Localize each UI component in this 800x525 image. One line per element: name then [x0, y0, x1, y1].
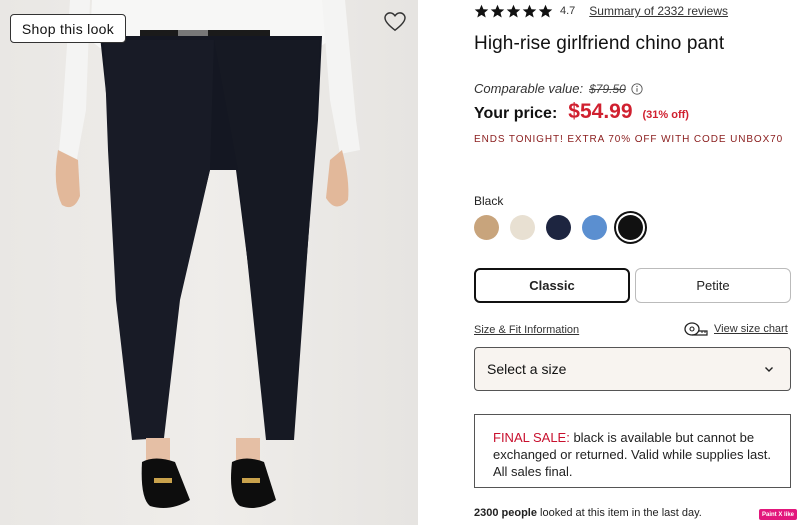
star-rating [474, 4, 553, 19]
size-fit-info-link[interactable]: Size & Fit Information [474, 324, 579, 336]
size-chart-link[interactable]: View size chart [684, 321, 788, 337]
star-icon [490, 4, 505, 17]
discount-percent: (31% off) [642, 109, 689, 121]
viewer-count: 2300 people [474, 507, 537, 519]
swatch-tan[interactable] [474, 215, 499, 240]
star-icon [506, 4, 521, 17]
rating-row: 4.7 Summary of 2332 reviews [474, 3, 728, 19]
review-summary-link[interactable]: Summary of 2332 reviews [589, 4, 728, 18]
size-select-dropdown[interactable]: Select a size [474, 347, 791, 391]
comparable-price: $79.50 [589, 81, 626, 96]
extension-badge[interactable]: Paint X like [759, 509, 798, 520]
rating-value: 4.7 [560, 5, 576, 17]
your-price-label: Your price: [474, 105, 558, 122]
size-chart-label: View size chart [714, 323, 788, 335]
star-icon [538, 4, 553, 17]
fit-classic-label: Classic [529, 278, 575, 293]
info-icon[interactable] [631, 82, 643, 95]
swatch-black[interactable] [618, 215, 643, 240]
star-icon [522, 4, 537, 17]
product-image[interactable]: Shop this look [0, 0, 418, 525]
price-row: Your price: $54.99 (31% off) [474, 100, 689, 124]
viewer-text: looked at this item in the last day. [536, 507, 702, 519]
sale-price: $54.99 [568, 100, 633, 123]
shop-this-look-label: Shop this look [21, 20, 115, 37]
selected-color-label: Black [474, 194, 504, 208]
comparable-value: Comparable value: $79.50 [474, 81, 643, 96]
swatch-light-blue[interactable] [582, 215, 607, 240]
model-photo-illustration [55, 0, 360, 508]
color-swatches [474, 215, 643, 240]
product-title: High-rise girlfriend chino pant [474, 33, 725, 54]
swatch-ivory[interactable] [510, 215, 535, 240]
tape-measure-icon [684, 322, 708, 336]
fit-classic-button[interactable]: Classic [474, 268, 630, 303]
product-details-panel: 4.7 Summary of 2332 reviews High-rise gi… [418, 0, 800, 525]
swatch-navy[interactable] [546, 215, 571, 240]
comparable-label: Comparable value: [474, 81, 584, 96]
star-icon [474, 4, 489, 17]
chevron-down-icon [765, 367, 773, 372]
fit-petite-label: Petite [696, 278, 730, 293]
heart-icon[interactable] [384, 12, 406, 32]
fit-petite-button[interactable]: Petite [635, 268, 791, 303]
promo-message: ENDS TONIGHT! EXTRA 70% OFF WITH CODE UN… [474, 134, 784, 145]
viewer-count-message: 2300 people looked at this item in the l… [474, 507, 702, 519]
shop-this-look-button[interactable]: Shop this look [10, 14, 126, 43]
size-select-placeholder: Select a size [487, 361, 567, 377]
final-sale-notice: FINAL SALE: black is available but canno… [474, 414, 791, 488]
final-sale-label: FINAL SALE: [493, 430, 570, 445]
